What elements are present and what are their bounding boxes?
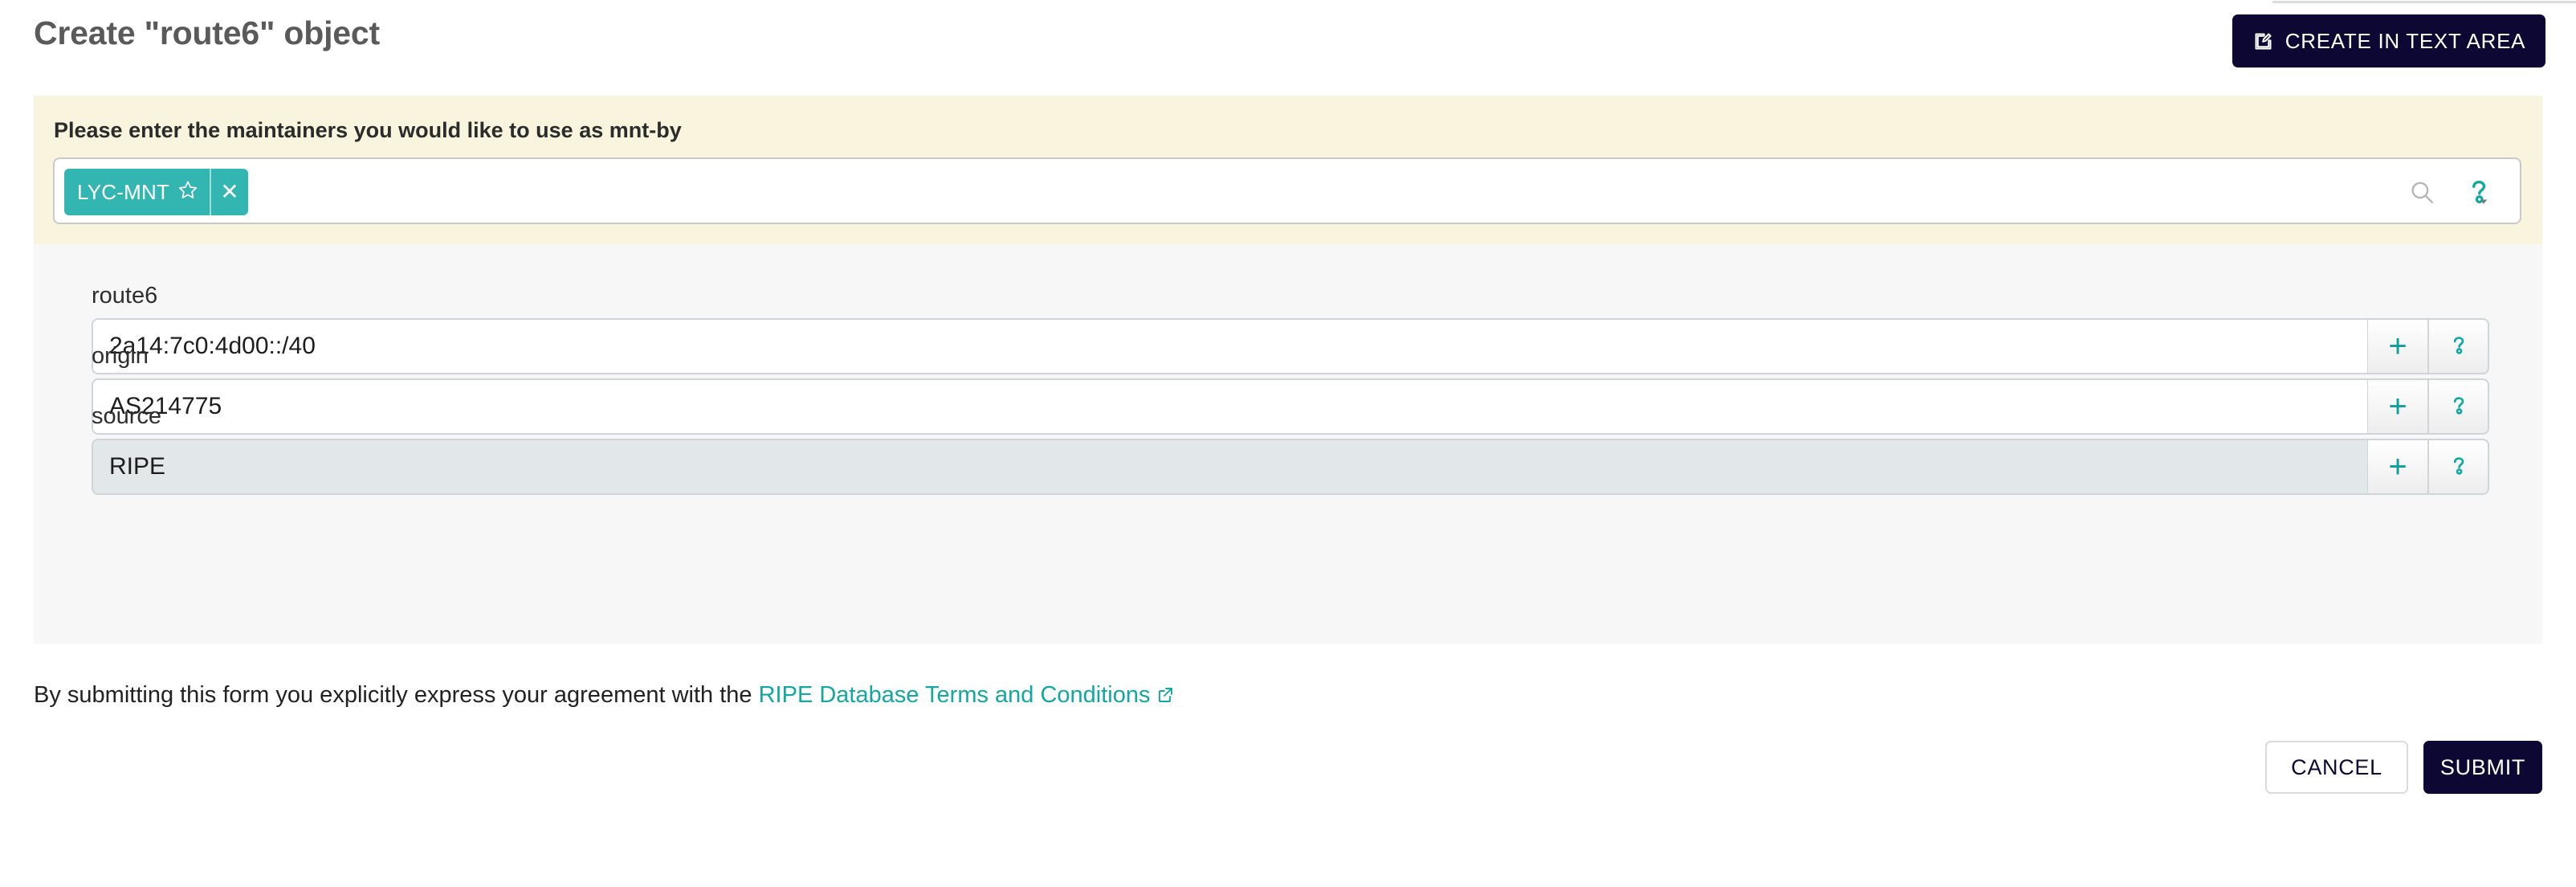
route6-add-button[interactable]: + (2367, 318, 2428, 374)
external-link-icon (1156, 685, 1175, 711)
origin-add-button[interactable]: + (2367, 378, 2428, 435)
route6-help-button[interactable] (2428, 318, 2489, 374)
star-outline-icon (177, 179, 198, 206)
create-in-text-area-label: CREATE IN TEXT AREA (2285, 28, 2526, 53)
route6-input[interactable] (92, 318, 2367, 374)
field-label-route6: route6 (92, 283, 158, 309)
maintainer-banner-label: Please enter the maintainers you would l… (54, 118, 682, 142)
source-help-button[interactable] (2428, 439, 2489, 495)
page-title: Create "route6" object (34, 14, 380, 51)
origin-input[interactable] (92, 378, 2367, 435)
question-mark-help-icon (2446, 333, 2472, 361)
source-input (92, 439, 2367, 495)
maintainer-input-wrapper[interactable]: LYC-MNT ✕ (53, 157, 2521, 224)
field-label-origin: origin (92, 343, 149, 369)
maintainer-chip-label: LYC-MNT (77, 179, 170, 204)
submit-button[interactable]: SUBMIT (2423, 741, 2542, 794)
question-mark-help-icon (2446, 393, 2472, 421)
search-icon[interactable] (2408, 178, 2435, 206)
field-row-route6: + (92, 318, 2489, 374)
question-mark-help-icon (2446, 453, 2472, 481)
terms-agreement-text: By submitting this form you explicitly e… (34, 682, 1175, 711)
create-in-text-area-button[interactable]: CREATE IN TEXT AREA (2232, 14, 2545, 67)
plus-icon: + (2388, 449, 2407, 484)
edit-pencil-square-icon (2252, 31, 2274, 52)
field-label-source: source (92, 403, 162, 429)
cancel-button[interactable]: CANCEL (2265, 741, 2408, 794)
page-header: Create "route6" object CREATE IN TEXT AR… (0, 0, 2576, 80)
maintainer-chip-main[interactable]: LYC-MNT (64, 169, 210, 215)
maintainer-banner: Please enter the maintainers you would l… (34, 96, 2542, 244)
plus-icon: + (2388, 389, 2407, 424)
create-route6-page: Create "route6" object CREATE IN TEXT AR… (0, 0, 2576, 887)
close-x-icon[interactable]: ✕ (211, 169, 248, 215)
question-mark-help-icon[interactable] (2462, 175, 2496, 209)
source-add-button[interactable]: + (2367, 439, 2428, 495)
field-row-origin: + (92, 378, 2489, 435)
terms-and-conditions-link[interactable]: RIPE Database Terms and Conditions (759, 682, 1151, 708)
plus-icon: + (2388, 329, 2407, 364)
terms-prefix: By submitting this form you explicitly e… (34, 682, 759, 708)
origin-help-button[interactable] (2428, 378, 2489, 435)
attributes-panel: route6 + origin + (34, 244, 2542, 644)
field-row-source: + (92, 439, 2489, 495)
maintainer-chip[interactable]: LYC-MNT ✕ (64, 169, 249, 215)
